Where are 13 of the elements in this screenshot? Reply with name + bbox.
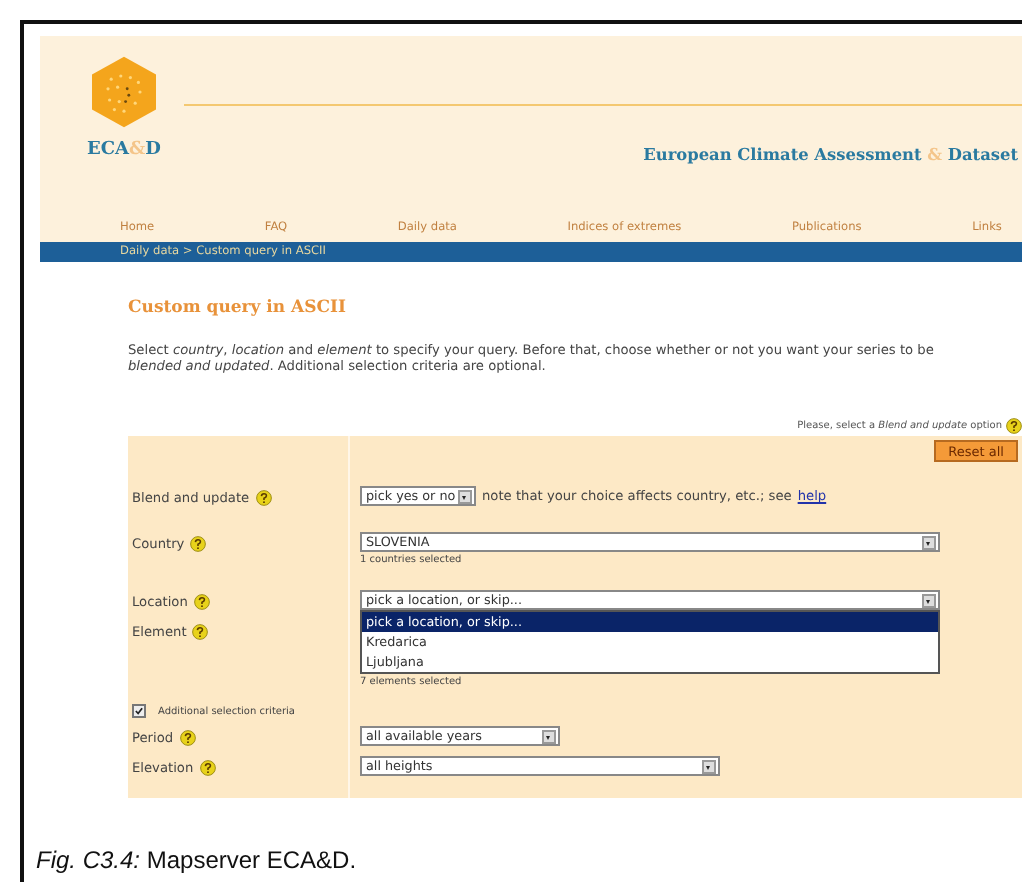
help-icon[interactable] [193, 593, 210, 609]
logo-text: ECA&D [87, 140, 161, 160]
page-heading: Custom query in ASCII [128, 298, 349, 318]
hexagon-logo-icon [92, 56, 156, 128]
help-icon[interactable] [179, 729, 196, 745]
figure-caption: Fig. C3.4: Mapserver ECA&D. [34, 844, 359, 878]
site-title: European Climate Assessment & Dataset [641, 144, 1020, 164]
help-icon[interactable] [192, 623, 209, 639]
help-icon[interactable] [1006, 418, 1022, 434]
help-icon[interactable] [190, 535, 207, 551]
help-icon[interactable] [255, 489, 272, 505]
checkbox[interactable] [132, 704, 146, 718]
help-icon[interactable] [199, 759, 216, 775]
